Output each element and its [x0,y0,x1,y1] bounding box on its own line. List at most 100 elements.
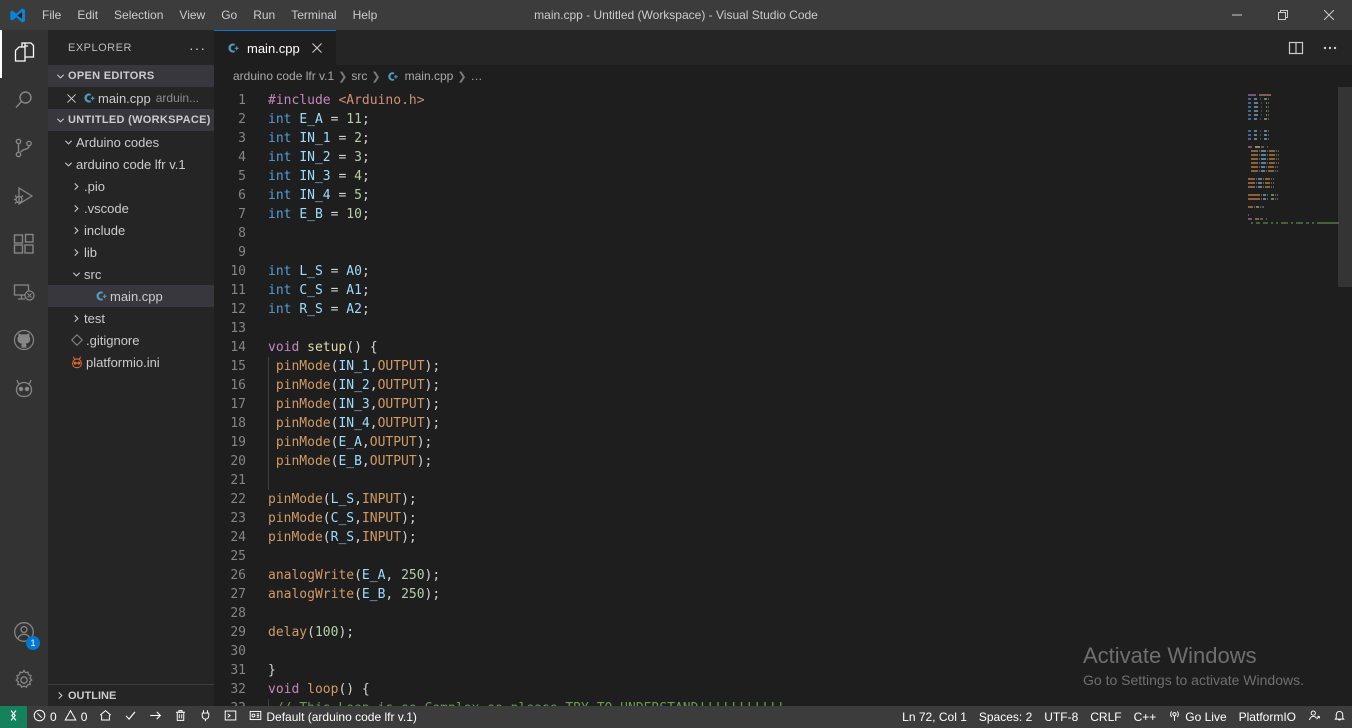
menu-item-file[interactable]: File [34,0,69,30]
status-platformio[interactable]: PlatformIO [1233,706,1302,728]
code-line[interactable]: // This Loop is so Complex so please TRY… [268,699,1240,706]
code-line[interactable]: pinMode(C_S,INPUT); [268,509,1240,528]
code-line[interactable]: pinMode(E_B,OUTPUT); [268,452,1240,471]
tree-item-arduino-codes[interactable]: Arduino codes [48,131,214,153]
tree-item-test[interactable]: test [48,307,214,329]
code-line[interactable] [268,604,1240,623]
sidebar-more-actions-icon[interactable]: ··· [189,40,206,56]
status-eol[interactable]: CRLF [1084,706,1127,728]
minimap[interactable] [1240,87,1352,706]
code-editor[interactable]: 1 2 3 4 5 6 7 8 9 10 11 12 13 14 15 16 17 18 19 20 21 22 23 24 2… [214,87,1352,706]
menu-item-edit[interactable]: Edit [69,0,106,30]
status-problems[interactable]: 0 0 [27,706,93,728]
more-actions-icon[interactable] [1316,34,1344,62]
status-platformio-build[interactable] [118,706,143,728]
tree-item-arduino-code-lfr-v-1[interactable]: arduino code lfr v.1 [48,153,214,175]
status-platformio-terminal[interactable] [218,706,243,728]
status-language-mode[interactable]: C++ [1128,706,1163,728]
section-workspace[interactable]: UNTITLED (WORKSPACE) [48,109,214,131]
status-platformio-clean[interactable] [168,706,193,728]
code-scroll-region[interactable]: 1 2 3 4 5 6 7 8 9 10 11 12 13 14 15 16 17 18 19 20 21 22 23 24 2… [214,87,1240,706]
status-go-live[interactable]: Go Live [1162,706,1232,728]
activity-item-platformio[interactable] [0,366,48,414]
code-line[interactable]: void loop() { [268,680,1240,699]
code-line[interactable]: int E_B = 10; [268,205,1240,224]
code-line[interactable]: int R_S = A2; [268,300,1240,319]
activity-item-extensions[interactable] [0,222,48,270]
code-line[interactable]: analogWrite(E_B, 250); [268,585,1240,604]
code-line[interactable]: pinMode(IN_2,OUTPUT); [268,376,1240,395]
code-line[interactable]: pinMode(IN_1,OUTPUT); [268,357,1240,376]
tab-close-icon[interactable] [308,39,326,57]
code-line[interactable]: pinMode(IN_4,OUTPUT); [268,414,1240,433]
restore-button[interactable] [1260,0,1306,30]
code-line[interactable]: delay(100); [268,623,1240,642]
status-editor-position[interactable]: Ln 72, Col 1 [896,706,973,728]
code-line[interactable]: } [268,661,1240,680]
tree-item-src[interactable]: src [48,263,214,285]
code-line[interactable] [268,243,1240,262]
menu-item-selection[interactable]: Selection [106,0,171,30]
activity-item-remote-explorer[interactable] [0,270,48,318]
status-remote-indicator[interactable] [0,706,27,728]
breadcrumb-item-file[interactable]: main.cpp [385,69,453,83]
activity-item-search[interactable] [0,78,48,126]
section-outline[interactable]: OUTLINE [48,684,214,706]
menu-item-go[interactable]: Go [213,0,245,30]
menu-item-view[interactable]: View [171,0,213,30]
code-line[interactable] [268,319,1240,338]
code-line[interactable]: int IN_3 = 4; [268,167,1240,186]
code-line[interactable]: pinMode(E_A,OUTPUT); [268,433,1240,452]
open-editor-item-main-cpp[interactable]: main.cpp arduin... [48,87,214,109]
status-indentation[interactable]: Spaces: 2 [973,706,1038,728]
tree-item-lib[interactable]: lib [48,241,214,263]
status-notifications[interactable] [1327,706,1352,728]
code-line[interactable]: int IN_4 = 5; [268,186,1240,205]
editor-scrollbar[interactable] [1338,87,1352,706]
tree-item-gitignore[interactable]: .gitignore [48,329,214,351]
code-line[interactable]: int IN_1 = 2; [268,129,1240,148]
code-content[interactable]: #include <Arduino.h> int E_A = 11; int IN_… [260,87,1240,706]
status-platformio-serial-monitor[interactable] [193,706,218,728]
tree-item-platformio-ini[interactable]: platformio.ini [48,351,214,373]
menu-item-run[interactable]: Run [245,0,283,30]
activity-item-source-control[interactable] [0,126,48,174]
tree-item-include[interactable]: include [48,219,214,241]
code-line[interactable]: #include <Arduino.h> [268,91,1240,110]
close-icon[interactable] [62,93,80,103]
activity-item-explorer[interactable] [0,30,48,78]
code-line[interactable]: pinMode(L_S,INPUT); [268,490,1240,509]
code-line[interactable]: pinMode(R_S,INPUT); [268,528,1240,547]
menu-item-terminal[interactable]: Terminal [283,0,344,30]
scrollbar-thumb[interactable] [1338,87,1352,287]
close-button[interactable] [1306,0,1352,30]
minimize-button[interactable] [1214,0,1260,30]
activity-item-run-debug[interactable] [0,174,48,222]
code-line[interactable]: void setup() { [268,338,1240,357]
code-line[interactable]: analogWrite(E_A, 250); [268,566,1240,585]
code-line[interactable]: pinMode(IN_3,OUTPUT); [268,395,1240,414]
code-line[interactable] [268,547,1240,566]
code-line[interactable]: int E_A = 11; [268,110,1240,129]
menu-item-help[interactable]: Help [345,0,386,30]
split-editor-icon[interactable] [1282,34,1310,62]
activity-item-github[interactable] [0,318,48,366]
status-platformio-home[interactable] [93,706,118,728]
activity-item-accounts[interactable]: 1 [0,610,48,658]
code-line[interactable] [268,224,1240,243]
tree-item-main-cpp[interactable]: main.cpp [48,285,214,307]
tree-item-pio[interactable]: .pio [48,175,214,197]
code-line[interactable]: int IN_2 = 3; [268,148,1240,167]
code-line[interactable]: int C_S = A1; [268,281,1240,300]
activity-item-settings[interactable] [0,658,48,706]
tab-main-cpp[interactable]: main.cpp [214,30,336,65]
status-platformio-upload[interactable] [143,706,168,728]
status-encoding[interactable]: UTF-8 [1038,706,1084,728]
tree-item-vscode[interactable]: .vscode [48,197,214,219]
status-feedback[interactable] [1302,706,1327,728]
breadcrumb-item-symbol[interactable]: … [471,69,483,83]
code-line[interactable] [268,471,1240,490]
code-line[interactable] [268,642,1240,661]
status-platformio-project-env[interactable]: Default (arduino code lfr v.1) [243,706,423,728]
breadcrumb-item-project[interactable]: arduino code lfr v.1 [233,69,334,83]
